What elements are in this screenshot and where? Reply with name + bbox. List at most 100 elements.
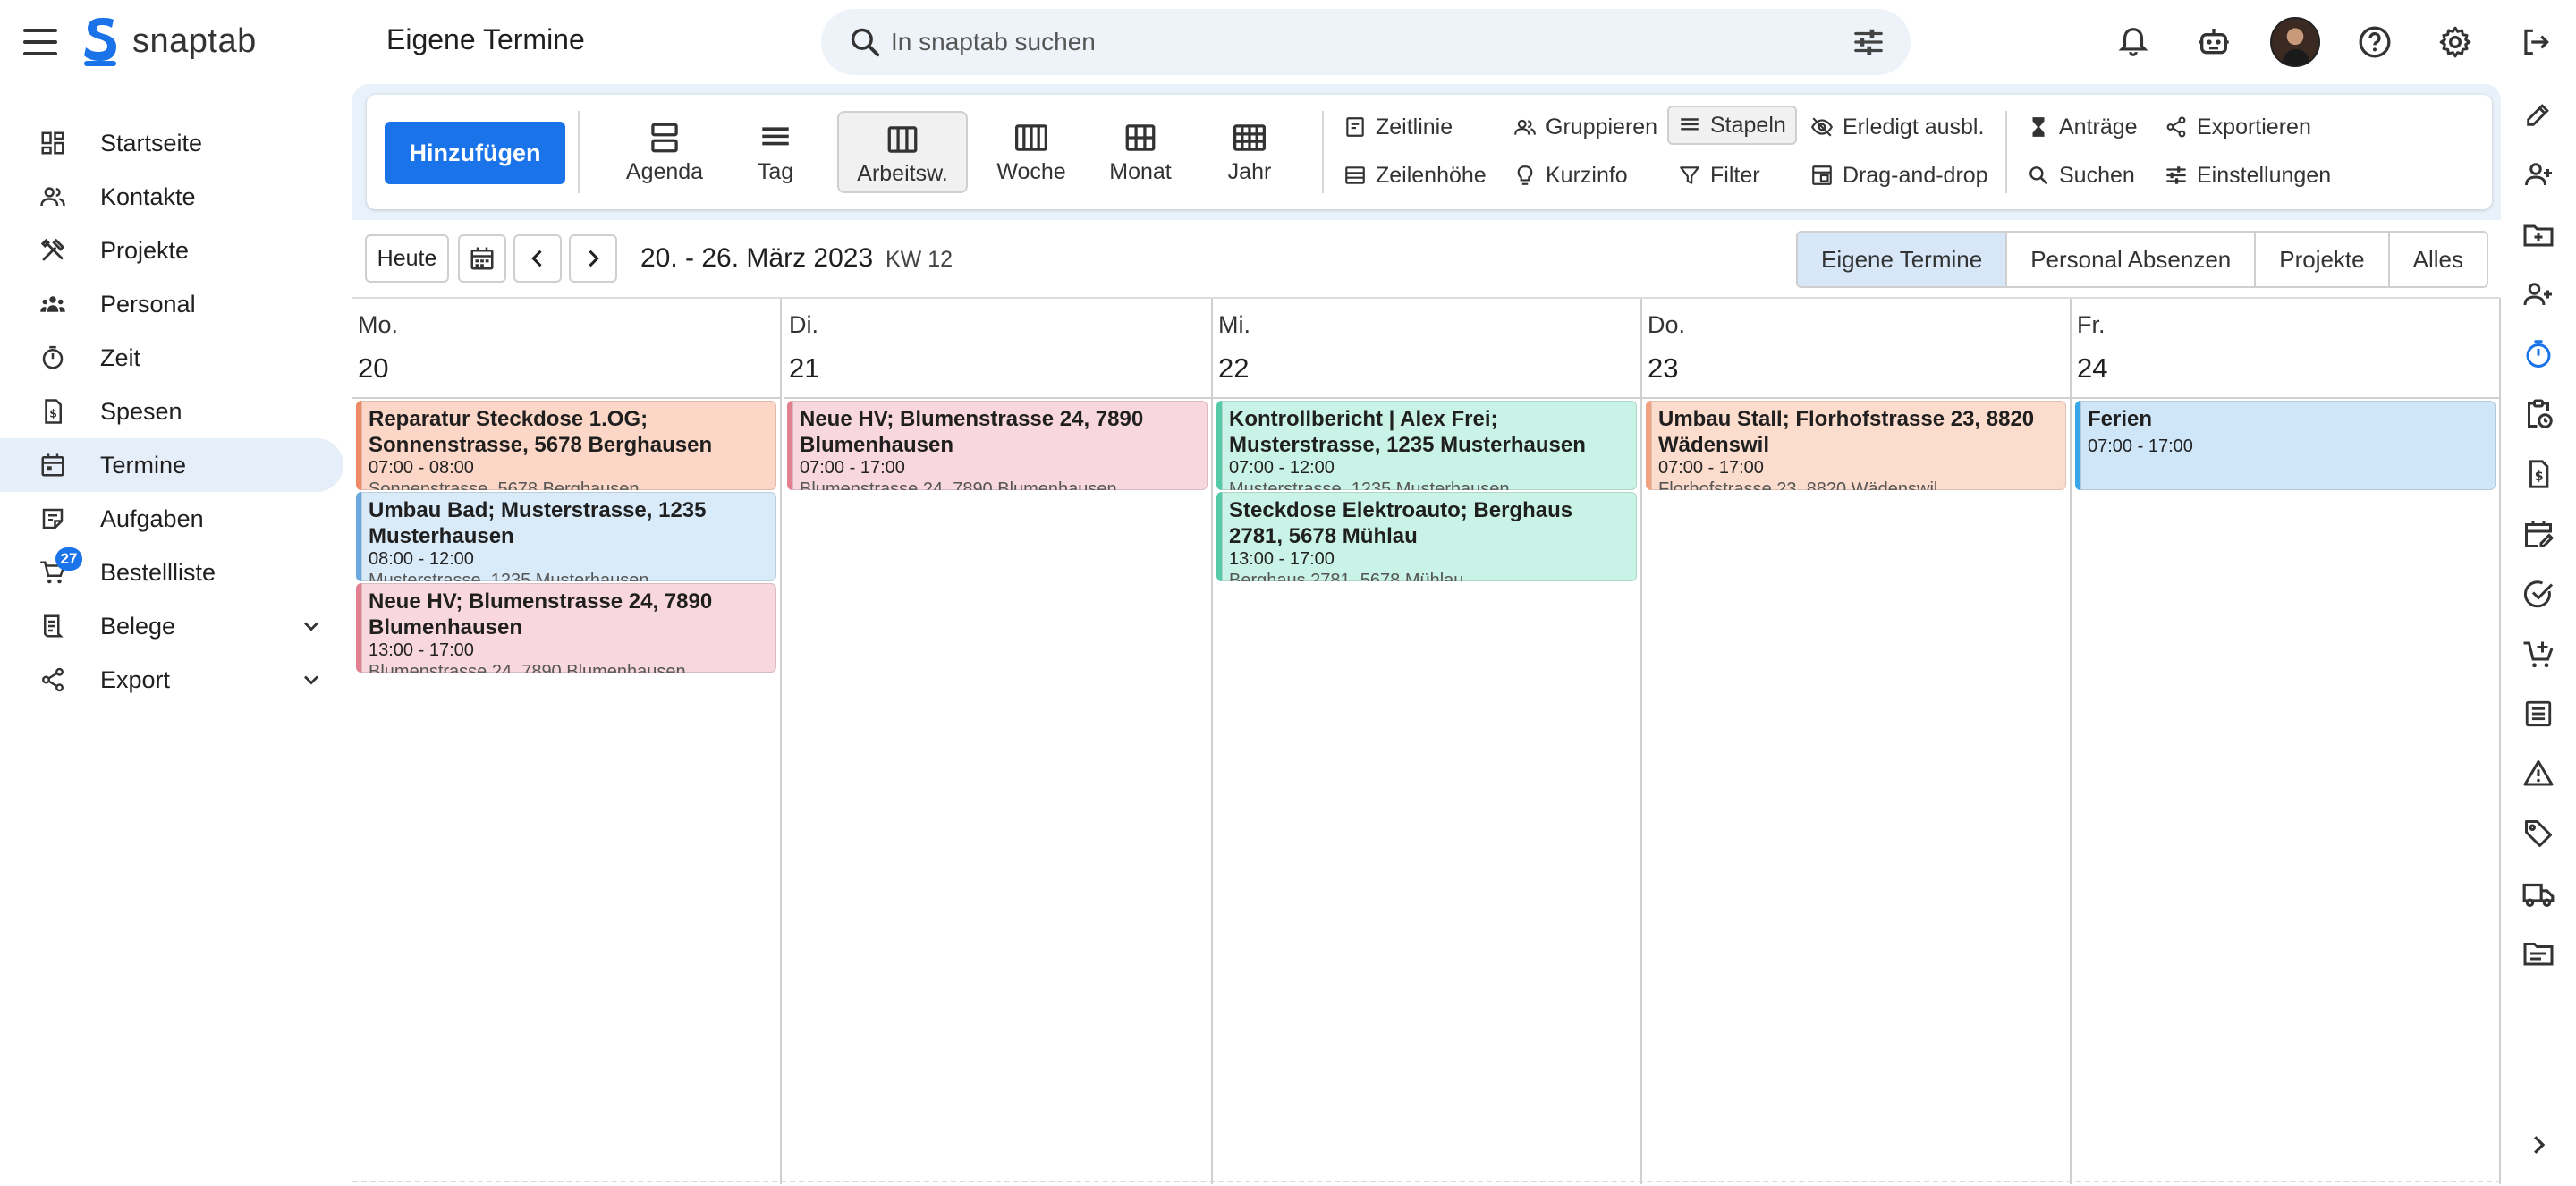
event-location: Florhofstrasse 23, 8820 Wädenswil xyxy=(1658,479,1938,490)
menu-icon[interactable] xyxy=(23,25,57,59)
user-avatar[interactable] xyxy=(2270,17,2320,67)
drag-drop-toggle[interactable]: Drag-and-drop xyxy=(1810,156,1988,195)
contacts-icon xyxy=(40,187,65,207)
calendar-event[interactable]: Neue HV; Blumenstrasse 24, 7890 Blumenha… xyxy=(787,401,1208,490)
sidebar-item-kontakte[interactable]: Kontakte xyxy=(0,170,343,224)
bell-icon[interactable] xyxy=(2113,21,2154,63)
tag-icon[interactable] xyxy=(2521,816,2556,851)
day-column-friday[interactable]: Fr. 24 Ferien 07:00 - 17:00 xyxy=(2072,299,2501,1184)
day-number[interactable]: 20 xyxy=(358,352,388,385)
day-column-thursday[interactable]: Do. 23 Umbau Stall; Florhofstrasse 23, 8… xyxy=(1642,299,2072,1184)
add-appointment-button[interactable]: Hinzufügen xyxy=(385,122,565,184)
row-height-toggle[interactable]: Zeilenhöhe xyxy=(1343,156,1487,195)
timer-icon[interactable] xyxy=(2521,336,2556,372)
day-name: Di. xyxy=(789,311,818,338)
filter-all[interactable]: Alles xyxy=(2389,233,2487,286)
calendar-event[interactable]: Neue HV; Blumenstrasse 24, 7890 Blumenha… xyxy=(356,583,776,673)
clipboard-clock-icon[interactable] xyxy=(2521,396,2556,432)
calendar-event[interactable]: Kontrollbericht | Alex Frei; Musterstras… xyxy=(1216,401,1637,490)
chevron-right-icon[interactable] xyxy=(2521,1127,2556,1163)
day-number[interactable]: 24 xyxy=(2077,352,2107,385)
sidebar-item-zeit[interactable]: Zeit xyxy=(0,331,343,385)
filter-toggle[interactable]: Filter xyxy=(1678,156,1760,195)
gear-icon[interactable] xyxy=(2435,21,2476,63)
stack-toggle[interactable]: Stapeln xyxy=(1667,106,1797,145)
add-cart-icon[interactable] xyxy=(2521,636,2556,672)
drag-drop-icon xyxy=(1812,165,1832,185)
chevron-down-icon[interactable] xyxy=(299,667,324,692)
filter-projects[interactable]: Projekte xyxy=(2256,233,2390,286)
truck-icon[interactable] xyxy=(2521,876,2556,911)
event-title: Neue HV; Blumenstrasse 24, 7890 Blumenha… xyxy=(369,589,713,640)
view-workweek-button[interactable]: Arbeitsw. xyxy=(837,111,968,193)
folder-icon[interactable] xyxy=(2521,936,2556,971)
hide-done-toggle[interactable]: Erledigt ausbl. xyxy=(1810,107,1984,147)
add-person-icon[interactable] xyxy=(2521,157,2556,192)
date-picker-button[interactable] xyxy=(458,234,506,283)
sidebar-item-projekte[interactable]: Projekte xyxy=(0,224,343,277)
list-icon[interactable] xyxy=(2521,696,2556,732)
quickinfo-toggle[interactable]: Kurzinfo xyxy=(1513,156,1628,195)
svg-text:$: $ xyxy=(49,406,57,419)
sidebar-item-belege[interactable]: Belege xyxy=(0,599,343,653)
next-week-button[interactable] xyxy=(569,234,617,283)
filter-personnel-absences[interactable]: Personal Absenzen xyxy=(2007,233,2257,286)
option-label: Stapeln xyxy=(1710,112,1786,138)
timeline-icon xyxy=(1346,117,1364,137)
task-done-icon[interactable] xyxy=(2521,576,2556,612)
day-number[interactable]: 23 xyxy=(1648,352,1678,385)
warning-icon[interactable] xyxy=(2521,756,2556,792)
new-folder-icon[interactable] xyxy=(2521,216,2556,252)
receipt-icon[interactable]: $ xyxy=(2521,456,2556,492)
group-toggle[interactable]: Gruppieren xyxy=(1513,107,1657,147)
day-column-wednesday[interactable]: Mi. 22 Kontrollbericht | Alex Frei; Must… xyxy=(1213,299,1642,1184)
filter-own-appointments[interactable]: Eigene Termine xyxy=(1798,233,2008,286)
person-add-icon[interactable] xyxy=(2521,276,2556,312)
search-button[interactable]: Suchen xyxy=(2027,156,2135,195)
day-number[interactable]: 21 xyxy=(789,352,819,385)
today-button[interactable]: Heute xyxy=(365,234,449,283)
settings-button[interactable]: Einstellungen xyxy=(2165,156,2331,195)
day-column-tuesday[interactable]: Di. 21 Neue HV; Blumenstrasse 24, 7890 B… xyxy=(784,299,1213,1184)
app-logo[interactable]: snaptab xyxy=(82,16,257,66)
calendar-event[interactable]: Ferien 07:00 - 17:00 xyxy=(2075,401,2496,490)
sidebar-item-startseite[interactable]: Startseite xyxy=(0,116,343,170)
sidebar-item-personal[interactable]: Personal xyxy=(0,277,343,331)
requests-button[interactable]: Anträge xyxy=(2027,107,2138,147)
view-label: Monat xyxy=(1109,159,1172,184)
event-title: Ferien xyxy=(2088,407,2153,431)
calendar-edit-icon[interactable] xyxy=(2521,516,2556,552)
sidebar-item-label: Kontakte xyxy=(100,182,196,210)
calendar-event[interactable]: Umbau Bad; Musterstrasse, 1235 Musterhau… xyxy=(356,492,776,581)
calendar-event[interactable]: Steckdose Elektroauto; Berghaus 2781, 56… xyxy=(1216,492,1637,581)
sidebar-item-aufgaben[interactable]: Aufgaben xyxy=(0,492,343,546)
sidebar-item-spesen[interactable]: $ Spesen xyxy=(0,385,343,438)
sidebar-item-export[interactable]: Export xyxy=(0,653,343,707)
day-header: Mi. 22 xyxy=(1213,299,1640,399)
option-label: Einstellungen xyxy=(2197,162,2332,188)
timeline-toggle[interactable]: Zeitlinie xyxy=(1343,107,1453,147)
sidebar-item-bestellliste[interactable]: 27 Bestellliste xyxy=(0,546,343,599)
calendar-event[interactable]: Umbau Stall; Florhofstrasse 23, 8820 Wäd… xyxy=(1646,401,2066,490)
help-icon[interactable] xyxy=(2354,21,2395,63)
tune-icon[interactable] xyxy=(1852,25,1885,59)
sidebar-item-label: Projekte xyxy=(100,236,190,264)
day-column-monday[interactable]: Mo. 20 Reparatur Steckdose 1.OG; Sonnens… xyxy=(352,299,782,1184)
search-input[interactable] xyxy=(891,9,1750,75)
stack-icon xyxy=(1681,118,1699,131)
chevron-down-icon[interactable] xyxy=(299,614,324,639)
previous-week-button[interactable] xyxy=(513,234,562,283)
logout-icon[interactable] xyxy=(2515,21,2556,63)
sidebar-item-termine[interactable]: Termine xyxy=(0,438,343,492)
share-icon xyxy=(2166,116,2186,138)
day-number[interactable]: 22 xyxy=(1218,352,1249,385)
edit-icon[interactable] xyxy=(2521,97,2556,132)
robot-icon[interactable] xyxy=(2193,21,2234,63)
view-year-button[interactable]: Jahr xyxy=(1184,111,1315,193)
view-day-button[interactable]: Tag xyxy=(710,111,841,193)
calendar-event[interactable]: Reparatur Steckdose 1.OG; Sonnenstrasse,… xyxy=(356,401,776,490)
calendar-icon xyxy=(41,453,64,477)
export-button[interactable]: Exportieren xyxy=(2165,107,2311,147)
search-bar[interactable] xyxy=(821,9,1911,75)
event-title: Umbau Bad; Musterstrasse, 1235 Musterhau… xyxy=(369,498,707,548)
